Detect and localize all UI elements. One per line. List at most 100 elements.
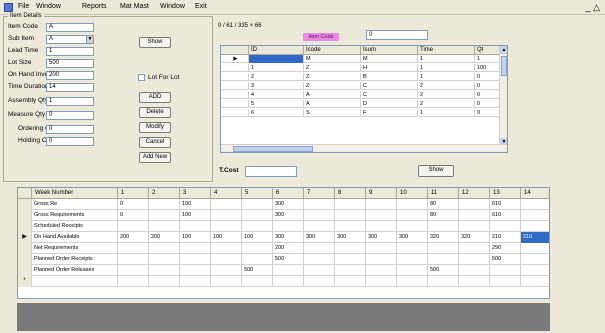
header-week-number[interactable]: Week Number <box>32 188 118 199</box>
table-cell[interactable] <box>180 221 211 232</box>
table-cell[interactable] <box>118 243 149 254</box>
table-cell[interactable] <box>211 243 242 254</box>
table-row[interactable]: 3 Z C 2 0 <box>221 82 501 90</box>
table-cell[interactable] <box>242 199 273 210</box>
table-row[interactable]: 5 A D 2 0 <box>221 100 501 108</box>
lot-size-field[interactable]: 500 <box>46 59 94 68</box>
table-cell[interactable]: 1 <box>418 73 475 81</box>
header-week[interactable]: 11 <box>428 188 459 199</box>
table-cell[interactable]: 320 <box>459 232 490 243</box>
header-week[interactable]: 6 <box>273 188 304 199</box>
table-cell[interactable] <box>211 199 242 210</box>
row-label-cell[interactable]: Planned Order Releases <box>32 265 118 276</box>
table-cell[interactable] <box>335 243 366 254</box>
row-label-cell[interactable]: Scheduled Receipts <box>32 221 118 232</box>
table-cell[interactable] <box>459 254 490 265</box>
row-label-cell[interactable]: On Hand Available <box>32 232 118 243</box>
table-cell[interactable] <box>149 210 180 221</box>
table-cell[interactable]: 2 <box>418 82 475 90</box>
table-cell[interactable] <box>521 276 549 287</box>
row-label-cell[interactable]: Gross Re <box>32 199 118 210</box>
minimize-icon[interactable]: _ △ <box>586 2 600 13</box>
table-cell[interactable] <box>490 276 521 287</box>
show-schedule-button[interactable]: Show <box>418 165 454 177</box>
table-cell[interactable] <box>366 265 397 276</box>
table-cell[interactable] <box>335 265 366 276</box>
table-cell[interactable] <box>459 243 490 254</box>
delete-button[interactable]: Delete <box>139 107 171 118</box>
table-cell[interactable] <box>366 254 397 265</box>
table-cell[interactable]: 3 <box>249 82 304 90</box>
table-row[interactable]: Gross Requirements 0 100 300 80 610 <box>18 210 549 221</box>
lead-time-field[interactable]: 1 <box>46 47 94 56</box>
table-cell[interactable]: Z <box>304 64 361 72</box>
table-row[interactable]: 4 A C 2 0 <box>221 91 501 99</box>
row-label-cell[interactable]: Planned Order Receipts <box>32 254 118 265</box>
table-row[interactable]: ▶ M M 1 1 <box>221 55 501 63</box>
table-cell[interactable]: 100 <box>242 232 273 243</box>
table-cell[interactable]: 100 <box>180 199 211 210</box>
table-cell[interactable]: 2 <box>249 73 304 81</box>
table-cell[interactable]: 0 <box>118 199 149 210</box>
header-week[interactable]: 5 <box>242 188 273 199</box>
table-cell[interactable]: 290 <box>490 243 521 254</box>
menu-window[interactable]: Window <box>36 3 61 10</box>
table-cell[interactable] <box>149 221 180 232</box>
table-cell[interactable]: 300 <box>304 232 335 243</box>
table-cell[interactable]: M <box>304 55 361 63</box>
table-cell[interactable] <box>459 210 490 221</box>
table-cell[interactable] <box>180 276 211 287</box>
table-cell[interactable] <box>118 265 149 276</box>
table-cell[interactable] <box>366 210 397 221</box>
table-cell[interactable] <box>304 254 335 265</box>
table-cell[interactable] <box>366 243 397 254</box>
table-cell[interactable] <box>149 243 180 254</box>
table-cell[interactable] <box>149 199 180 210</box>
table-row[interactable]: 6 S F 1 0 <box>221 109 501 117</box>
modify-button[interactable]: Modify <box>139 122 171 133</box>
table-cell[interactable] <box>397 199 428 210</box>
table-cell[interactable] <box>428 254 459 265</box>
table-cell[interactable]: 610 <box>490 199 521 210</box>
table-cell[interactable]: 2 <box>418 100 475 108</box>
table-cell[interactable]: A <box>304 91 361 99</box>
header-week[interactable]: 1 <box>118 188 149 199</box>
table-cell[interactable]: 200 <box>273 243 304 254</box>
add-new-button[interactable]: Add New <box>139 152 171 163</box>
table-cell[interactable] <box>335 199 366 210</box>
assembly-qty-field[interactable]: 1 <box>46 97 94 106</box>
table-cell[interactable] <box>335 254 366 265</box>
table-cell[interactable] <box>242 254 273 265</box>
table-cell[interactable] <box>521 210 549 221</box>
table-cell[interactable]: 0 <box>475 100 501 108</box>
table-cell[interactable]: A <box>304 100 361 108</box>
table-cell[interactable] <box>459 276 490 287</box>
table-cell[interactable] <box>335 276 366 287</box>
show-button[interactable]: Show <box>139 37 171 48</box>
table-cell[interactable]: 1 <box>475 55 501 63</box>
table-cell[interactable] <box>118 221 149 232</box>
on-hand-field[interactable]: 200 <box>46 71 94 80</box>
table-cell[interactable] <box>335 221 366 232</box>
table-cell[interactable] <box>335 210 366 221</box>
table-row[interactable]: 1 Z H 1 100 <box>221 64 501 72</box>
scroll-thumb[interactable] <box>501 56 507 76</box>
grid1-header-qt[interactable]: Qt <box>475 46 501 55</box>
table-cell[interactable]: 6 <box>249 109 304 117</box>
table-cell[interactable] <box>490 221 521 232</box>
table-cell[interactable] <box>459 265 490 276</box>
table-cell[interactable]: C <box>361 91 418 99</box>
header-week[interactable]: 9 <box>366 188 397 199</box>
table-cell[interactable]: 1 <box>418 64 475 72</box>
header-week[interactable]: 10 <box>397 188 428 199</box>
table-cell[interactable] <box>149 265 180 276</box>
scroll-thumb[interactable] <box>233 146 313 152</box>
table-cell[interactable]: 1 <box>418 55 475 63</box>
table-cell[interactable]: C <box>361 82 418 90</box>
table-cell[interactable]: 210 <box>490 232 521 243</box>
table-cell[interactable]: 500 <box>428 265 459 276</box>
mrp-grid[interactable]: Week Number 1 2 3 4 5 6 7 8 9 10 11 12 1… <box>17 187 550 299</box>
table-cell[interactable] <box>366 221 397 232</box>
table-row[interactable]: * <box>18 276 549 287</box>
table-cell[interactable]: 500 <box>490 254 521 265</box>
